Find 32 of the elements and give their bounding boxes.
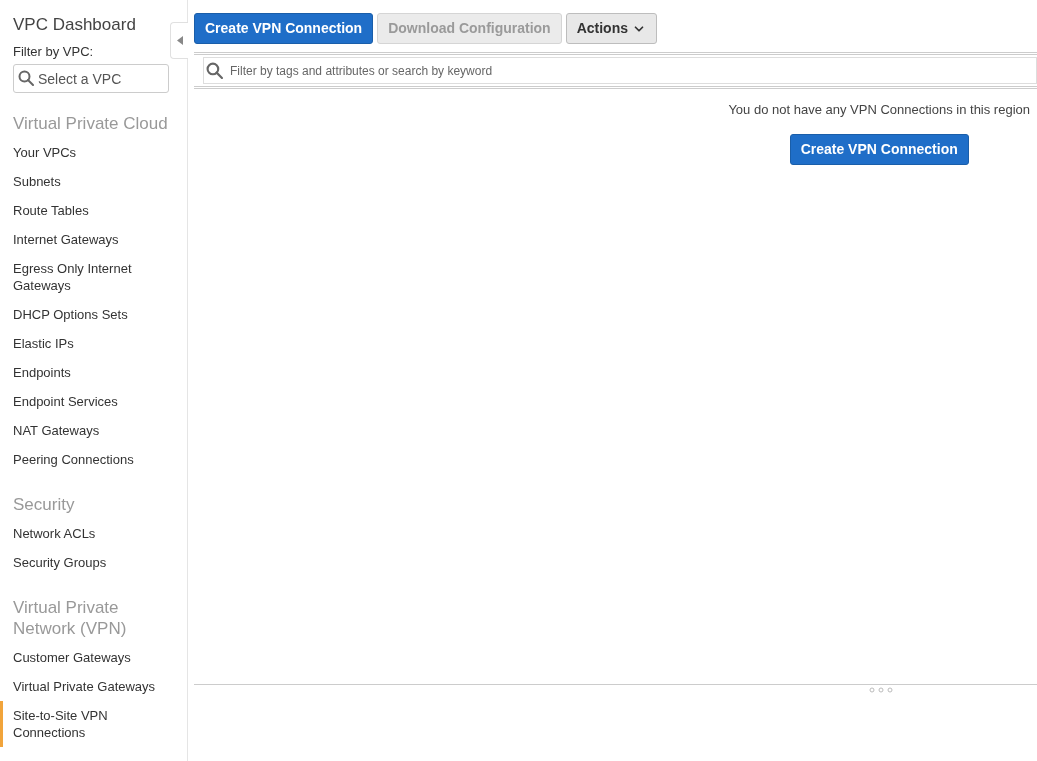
nav-link[interactable]: Endpoints [0,358,169,387]
nav-link[interactable]: Elastic IPs [0,329,169,358]
nav-link[interactable]: Route Tables [0,196,169,225]
section-heading: Virtual Private Cloud [13,113,169,134]
nav-link[interactable]: Your VPCs [0,138,169,167]
create-vpn-button[interactable]: Create VPN Connection [789,133,969,165]
search-icon [18,70,34,86]
toolbar-button[interactable]: Create VPN Connection [194,13,374,44]
nav-link[interactable]: Site-to-Site VPN Connections [0,701,169,747]
search-field[interactable]: Filter by tags and attributes or search by keyword [203,57,1037,84]
actions-dropdown[interactable]: Actions [565,13,657,44]
nav-link[interactable]: Virtual Private Gateways [0,672,169,701]
nav-link[interactable]: Customer Gateways [0,643,169,672]
search-icon [206,62,223,79]
section-heading: Security [13,494,76,515]
nav-link[interactable]: Security Groups [0,548,169,577]
nav-link[interactable]: Endpoint Services [0,387,169,416]
nav-link[interactable]: Egress Only Internet Gateways [0,254,169,300]
nav-link[interactable]: DHCP Options Sets [0,300,169,329]
nav-link[interactable]: NAT Gateways [0,416,169,445]
vpc-select-field[interactable]: Select a VPC [13,64,169,93]
nav-link[interactable]: Subnets [0,167,169,196]
section-heading: Virtual Private Network (VPN) [13,597,128,639]
caret-left-icon [176,36,183,45]
nav-link[interactable]: Internet Gateways [0,225,169,254]
filter-label: Filter by VPC: [13,44,95,60]
sidebar-title: VPC Dashboard [13,14,137,36]
collapse-tab[interactable] [170,22,188,59]
resize-handle-icon[interactable] [868,687,893,693]
empty-message: You do not have any VPN Connections in this region [728,101,1030,119]
nav-link[interactable]: Network ACLs [0,519,169,548]
nav-link[interactable]: Peering Connections [0,445,169,474]
